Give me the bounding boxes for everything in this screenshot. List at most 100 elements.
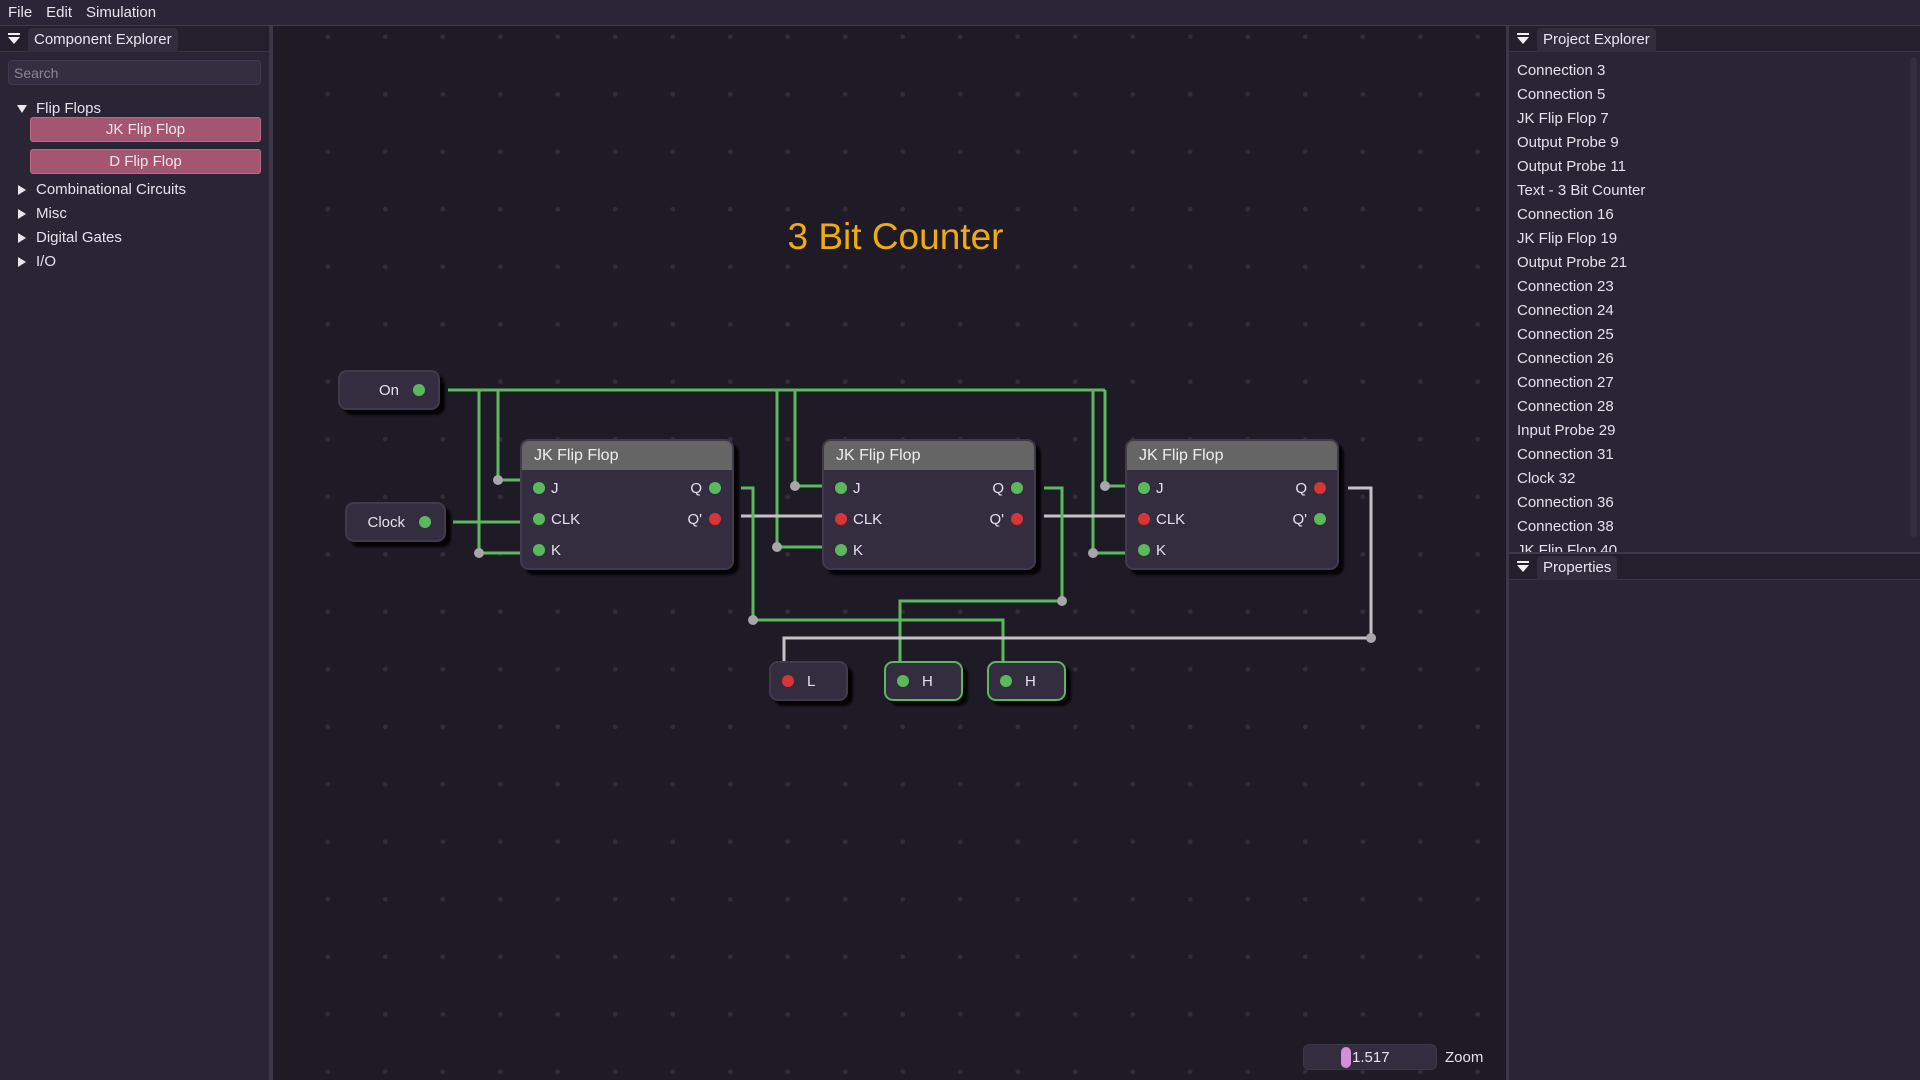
wire-on-to-ff2-j[interactable] <box>793 390 822 488</box>
wire-junction[interactable] <box>1057 596 1067 606</box>
output-port-q[interactable] <box>1011 482 1023 494</box>
project-item[interactable]: JK Flip Flop 40 <box>1509 538 1920 553</box>
menu-file[interactable]: File <box>8 4 32 21</box>
jk-flip-flop-1[interactable]: JK Flip Flop J Q CLK Q' K <box>520 439 734 570</box>
collapsed-arrow-icon <box>16 208 28 220</box>
wire-junction[interactable] <box>1100 481 1110 491</box>
tree-category-flip-flops[interactable]: Flip Flops <box>16 100 101 117</box>
component-explorer-tab[interactable]: Component Explorer <box>28 27 178 52</box>
wire-junction[interactable] <box>474 548 484 558</box>
project-item[interactable]: JK Flip Flop 19 <box>1509 226 1920 250</box>
input-port-k[interactable] <box>1138 544 1150 556</box>
input-port-k[interactable] <box>835 544 847 556</box>
project-item[interactable]: Output Probe 11 <box>1509 154 1920 178</box>
wire-junction[interactable] <box>493 475 503 485</box>
project-item[interactable]: Connection 5 <box>1509 82 1920 106</box>
project-item[interactable]: Connection 25 <box>1509 322 1920 346</box>
port-row-k: K <box>522 540 732 560</box>
tree-category-misc[interactable]: Misc <box>16 205 67 222</box>
tree-category-io[interactable]: I/O <box>16 253 56 270</box>
input-probe-on[interactable]: On <box>338 370 440 410</box>
port-label: CLK <box>551 510 581 528</box>
input-port-k[interactable] <box>533 544 545 556</box>
component-search-input[interactable] <box>8 60 261 85</box>
collapse-panel-button[interactable] <box>1509 554 1537 580</box>
project-item[interactable]: Connection 38 <box>1509 514 1920 538</box>
input-port-clk[interactable] <box>533 513 545 525</box>
tree-category-digital-gates[interactable]: Digital Gates <box>16 229 122 246</box>
wire-on-to-ff1-j[interactable] <box>496 390 520 482</box>
port-label: J <box>853 479 861 497</box>
project-item[interactable]: Connection 31 <box>1509 442 1920 466</box>
wire-junction[interactable] <box>1366 633 1376 643</box>
tree-category-label: Flip Flops <box>36 100 102 117</box>
project-explorer-scrollbar[interactable] <box>1910 57 1917 537</box>
menu-edit[interactable]: Edit <box>46 4 72 21</box>
project-item[interactable]: Connection 3 <box>1509 58 1920 82</box>
zoom-slider[interactable]: 1.517 <box>1303 1044 1437 1070</box>
input-port-j[interactable] <box>533 482 545 494</box>
jk-flip-flop-2[interactable]: JK Flip Flop J Q CLK Q' K <box>822 439 1036 570</box>
port-label: K <box>853 541 864 559</box>
menu-simulation[interactable]: Simulation <box>86 4 156 21</box>
project-item[interactable]: Connection 26 <box>1509 346 1920 370</box>
project-explorer-header: Project Explorer <box>1509 26 1920 52</box>
component-d-flip-flop-button[interactable]: D Flip Flop <box>30 149 261 174</box>
wire-on-to-ff2-k[interactable] <box>775 390 822 549</box>
output-probe-bit0[interactable]: H <box>987 661 1066 701</box>
project-explorer-list: Connection 3 Connection 5 JK Flip Flop 7 Ou… <box>1509 53 1920 553</box>
input-port-clk[interactable] <box>1138 513 1150 525</box>
wire-junction[interactable] <box>1088 548 1098 558</box>
port-label: J <box>551 479 559 497</box>
collapse-panel-button[interactable] <box>0 26 28 52</box>
component-jk-flip-flop-button[interactable]: JK Flip Flop <box>30 117 261 142</box>
port-row-clk: CLK Q' <box>824 509 1034 529</box>
output-port-qnot[interactable] <box>1314 513 1326 525</box>
clock-input[interactable]: Clock <box>345 502 446 542</box>
port-label: J <box>1156 479 1164 497</box>
collapse-triangle-icon <box>1517 32 1529 44</box>
wire-junction[interactable] <box>748 615 758 625</box>
project-item[interactable]: Output Probe 9 <box>1509 130 1920 154</box>
output-port-dot[interactable] <box>413 384 425 396</box>
port-label: CLK <box>853 510 883 528</box>
project-item[interactable]: Clock 32 <box>1509 466 1920 490</box>
output-port-dot[interactable] <box>419 516 431 528</box>
tree-category-combinational-circuits[interactable]: Combinational Circuits <box>16 181 186 198</box>
input-port-j[interactable] <box>1138 482 1150 494</box>
project-item[interactable]: Connection 36 <box>1509 490 1920 514</box>
project-item[interactable]: Connection 23 <box>1509 274 1920 298</box>
project-item[interactable]: Input Probe 29 <box>1509 418 1920 442</box>
input-port-j[interactable] <box>835 482 847 494</box>
circuit-canvas[interactable]: 3 Bit Counter On Clock JK Flip Flop J Q … <box>273 26 1508 1080</box>
project-item[interactable]: Connection 24 <box>1509 298 1920 322</box>
port-label: K <box>1156 541 1167 559</box>
output-port-qnot[interactable] <box>709 513 721 525</box>
tree-category-label: Combinational Circuits <box>36 181 187 198</box>
output-probe-bit2[interactable]: L <box>769 661 848 701</box>
project-item[interactable]: Output Probe 21 <box>1509 250 1920 274</box>
wire-junction[interactable] <box>772 542 782 552</box>
input-port-clk[interactable] <box>835 513 847 525</box>
output-probe-bit1[interactable]: H <box>884 661 963 701</box>
port-row-clk: CLK Q' <box>1127 509 1337 529</box>
port-label: K <box>551 541 562 559</box>
project-item[interactable]: Text - 3 Bit Counter <box>1509 178 1920 202</box>
jk-flip-flop-3[interactable]: JK Flip Flop J Q CLK Q' K <box>1125 439 1339 570</box>
collapsed-arrow-icon <box>16 256 28 268</box>
zoom-slider-thumb[interactable] <box>1341 1047 1351 1068</box>
project-explorer-tab[interactable]: Project Explorer <box>1537 27 1656 52</box>
wire-junction[interactable] <box>790 481 800 491</box>
output-port-q[interactable] <box>1314 482 1326 494</box>
wire-on-to-ff3-k[interactable] <box>1091 390 1125 555</box>
project-item[interactable]: Connection 27 <box>1509 370 1920 394</box>
port-label: Q <box>992 479 1004 497</box>
wire-on-to-ff3-j[interactable] <box>1103 390 1125 488</box>
project-item[interactable]: Connection 28 <box>1509 394 1920 418</box>
project-item[interactable]: JK Flip Flop 7 <box>1509 106 1920 130</box>
output-port-qnot[interactable] <box>1011 513 1023 525</box>
collapse-panel-button[interactable] <box>1509 26 1537 52</box>
project-item[interactable]: Connection 16 <box>1509 202 1920 226</box>
output-port-q[interactable] <box>709 482 721 494</box>
properties-tab[interactable]: Properties <box>1537 555 1618 580</box>
